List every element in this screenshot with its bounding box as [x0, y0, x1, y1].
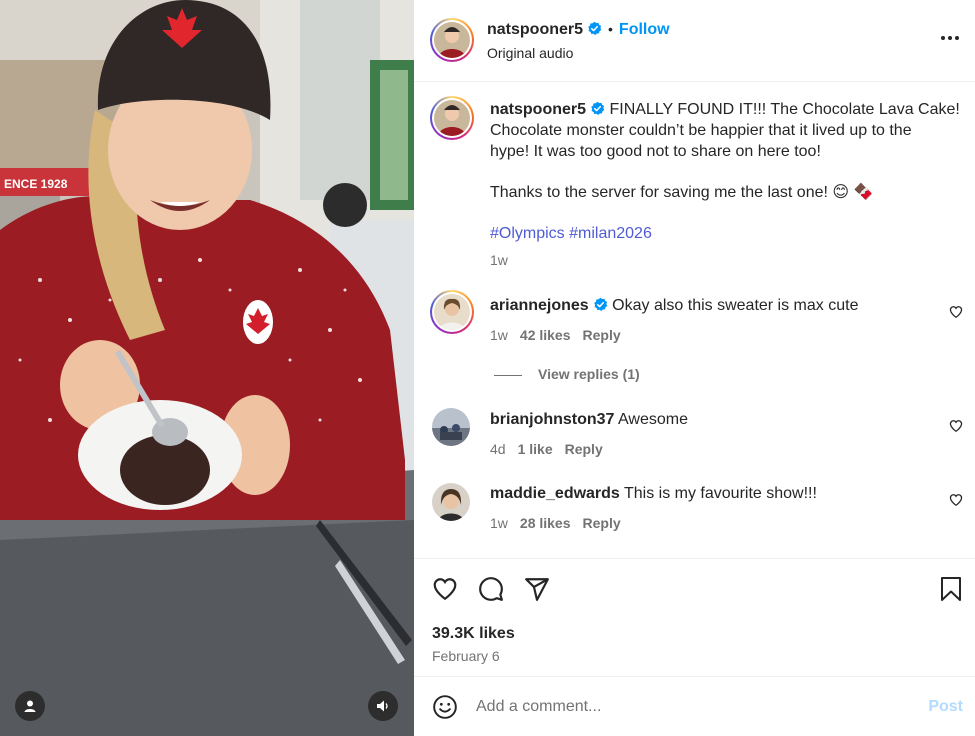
reel-frame: ENCE 1928: [0, 0, 414, 736]
comment-meta: 1w 42 likes Reply: [490, 327, 621, 343]
comment-username[interactable]: brianjohnston37: [490, 411, 614, 428]
verified-badge-icon: [593, 297, 607, 311]
view-replies-label: View replies (1): [538, 366, 640, 382]
post-actions: 39.3K likes February 6: [414, 558, 975, 676]
like-heart-icon[interactable]: [432, 576, 458, 602]
comment-age: 1w: [490, 327, 508, 343]
comment-input[interactable]: [476, 694, 896, 720]
reply-button[interactable]: Reply: [583, 515, 621, 531]
post-header: natspooner5 • Follow Original audio: [414, 0, 975, 82]
verified-badge-icon: [588, 21, 602, 35]
post-date: February 6: [432, 648, 500, 664]
person-icon[interactable]: [15, 691, 45, 721]
comment-username[interactable]: ariannejones: [490, 297, 589, 314]
reply-button[interactable]: Reply: [583, 327, 621, 343]
comment-likes[interactable]: 42 likes: [520, 327, 571, 343]
more-options-icon[interactable]: [941, 36, 959, 40]
caption-text-4: Thanks to the server for saving me the l…: [490, 184, 874, 201]
author-avatar[interactable]: [430, 18, 474, 62]
share-send-icon[interactable]: [524, 576, 550, 602]
caption-text-3: hype! It was too good not to share on he…: [490, 143, 821, 160]
comment-text: Okay also this sweater is max cute: [612, 297, 859, 314]
comment-2: brianjohnston37 Awesome: [490, 410, 688, 431]
post-panel: natspooner5 • Follow Original audio natspo…: [414, 0, 975, 736]
emoji-icon[interactable]: [432, 694, 458, 720]
background-sign-text: ENCE 1928: [4, 177, 68, 191]
save-bookmark-icon[interactable]: [939, 576, 963, 602]
commenter-avatar[interactable]: [430, 290, 474, 334]
caption-hashtags[interactable]: #Olympics #milan2026: [490, 224, 652, 245]
comment-likes[interactable]: 28 likes: [520, 515, 571, 531]
caption-username[interactable]: natspooner5: [490, 101, 586, 118]
caption-text-1: FINALLY FOUND IT!!! The Chocolate Lava C…: [609, 101, 960, 118]
follow-button[interactable]: Follow: [619, 21, 670, 38]
audio-label[interactable]: Original audio: [487, 45, 573, 61]
comment-text: This is my favourite show!!!: [623, 485, 817, 502]
verified-badge-icon: [591, 101, 605, 115]
reel-video[interactable]: ENCE 1928: [0, 0, 414, 736]
likes-count[interactable]: 39.3K likes: [432, 625, 515, 643]
view-replies-button[interactable]: View replies (1): [494, 366, 640, 382]
comment-meta: 4d 1 like Reply: [490, 441, 603, 457]
comment-text: Awesome: [618, 411, 688, 428]
like-comment-heart-icon[interactable]: [949, 493, 963, 507]
comment-1: ariannejones Okay also this sweater is m…: [490, 296, 858, 317]
commenter-avatar[interactable]: [432, 483, 470, 521]
like-comment-heart-icon[interactable]: [949, 419, 963, 433]
reply-button[interactable]: Reply: [565, 441, 603, 457]
like-comment-heart-icon[interactable]: [949, 305, 963, 319]
caption-line-1: natspooner5 FINALLY FOUND IT!!! The Choc…: [490, 100, 960, 121]
separator-dot: •: [608, 21, 613, 37]
speaker-icon[interactable]: [368, 691, 398, 721]
caption-avatar[interactable]: [430, 96, 474, 140]
comment-composer: Post: [414, 676, 975, 736]
comment-bubble-icon[interactable]: [478, 576, 504, 602]
comment-3: maddie_edwards This is my favourite show…: [490, 484, 817, 505]
author-username[interactable]: natspooner5: [487, 21, 583, 38]
comment-age: 1w: [490, 515, 508, 531]
comment-age: 4d: [490, 441, 506, 457]
comment-username[interactable]: maddie_edwards: [490, 485, 620, 502]
caption-age: 1w: [490, 252, 508, 268]
post-comment-button[interactable]: Post: [928, 698, 963, 716]
comments-section[interactable]: natspooner5 FINALLY FOUND IT!!! The Choc…: [414, 83, 975, 558]
caption-text-2: Chocolate monster couldn’t be happier th…: [490, 122, 912, 139]
commenter-avatar[interactable]: [432, 408, 470, 446]
comment-likes[interactable]: 1 like: [518, 441, 553, 457]
comment-meta: 1w 28 likes Reply: [490, 515, 621, 531]
